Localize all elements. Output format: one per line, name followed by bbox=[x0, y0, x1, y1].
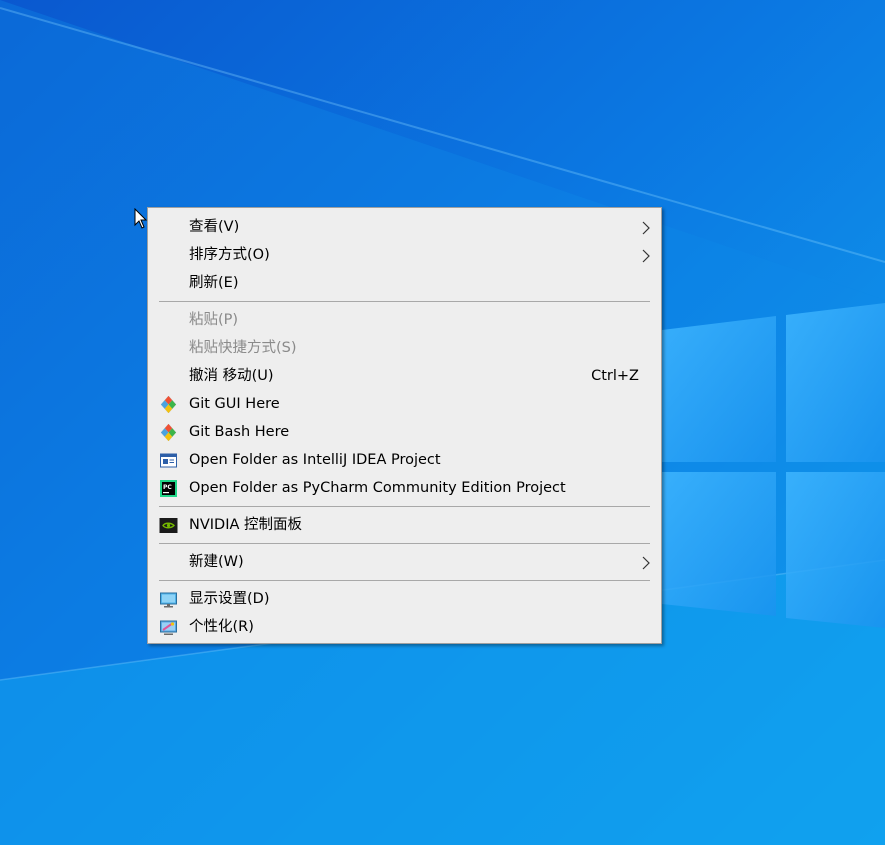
git-bash-icon bbox=[160, 423, 177, 442]
menu-item-display-settings[interactable]: 显示设置(D) bbox=[148, 585, 661, 613]
menu-separator bbox=[159, 543, 650, 544]
menu-item-undo-move[interactable]: 撤消 移动(U) Ctrl+Z bbox=[148, 362, 661, 390]
menu-item-shortcut: Ctrl+Z bbox=[591, 368, 639, 384]
display-settings-icon bbox=[160, 592, 177, 608]
menu-item-label: 刷新(E) bbox=[189, 275, 239, 291]
menu-item-nvidia-control-panel[interactable]: NVIDIA 控制面板 bbox=[148, 511, 661, 539]
menu-separator bbox=[159, 506, 650, 507]
menu-item-personalize[interactable]: 个性化(R) bbox=[148, 613, 661, 641]
menu-item-label: 新建(W) bbox=[189, 554, 244, 570]
menu-item-label: Open Folder as PyCharm Community Edition… bbox=[189, 480, 566, 496]
menu-item-git-bash[interactable]: Git Bash Here bbox=[148, 418, 661, 446]
menu-item-open-intellij[interactable]: Open Folder as IntelliJ IDEA Project bbox=[148, 446, 661, 474]
menu-item-view[interactable]: 查看(V) bbox=[148, 213, 661, 241]
menu-item-label: 显示设置(D) bbox=[189, 591, 270, 607]
menu-item-label: Open Folder as IntelliJ IDEA Project bbox=[189, 452, 441, 468]
chevron-right-icon bbox=[642, 221, 650, 235]
menu-separator bbox=[159, 580, 650, 581]
chevron-right-icon bbox=[642, 249, 650, 263]
mouse-cursor-icon bbox=[134, 208, 148, 229]
menu-item-label: 撤消 移动(U) bbox=[189, 368, 274, 384]
menu-item-label: 粘贴(P) bbox=[189, 312, 239, 328]
nvidia-icon bbox=[159, 518, 178, 533]
menu-item-label: NVIDIA 控制面板 bbox=[189, 517, 303, 533]
menu-item-label: 排序方式(O) bbox=[189, 247, 270, 263]
menu-item-new[interactable]: 新建(W) bbox=[148, 548, 661, 576]
menu-item-label: Git Bash Here bbox=[189, 424, 290, 440]
menu-item-label: 查看(V) bbox=[189, 219, 240, 235]
menu-item-paste-shortcut: 粘贴快捷方式(S) bbox=[148, 334, 661, 362]
desktop[interactable]: 查看(V) 排序方式(O) 刷新(E) 粘贴(P) 粘贴快捷方式(S) 撤消 移… bbox=[0, 0, 885, 845]
menu-item-sort-by[interactable]: 排序方式(O) bbox=[148, 241, 661, 269]
menu-item-label: 粘贴快捷方式(S) bbox=[189, 340, 297, 356]
svg-text:PC: PC bbox=[163, 484, 172, 491]
menu-item-paste: 粘贴(P) bbox=[148, 306, 661, 334]
menu-separator bbox=[159, 301, 650, 302]
menu-item-label: Git GUI Here bbox=[189, 396, 280, 412]
git-gui-icon bbox=[160, 395, 177, 414]
pycharm-icon: PC bbox=[160, 480, 177, 497]
menu-item-git-gui[interactable]: Git GUI Here bbox=[148, 390, 661, 418]
desktop-context-menu: 查看(V) 排序方式(O) 刷新(E) 粘贴(P) 粘贴快捷方式(S) 撤消 移… bbox=[147, 207, 662, 644]
menu-item-refresh[interactable]: 刷新(E) bbox=[148, 269, 661, 297]
menu-item-label: 个性化(R) bbox=[189, 619, 254, 635]
personalize-icon bbox=[160, 620, 177, 635]
chevron-right-icon bbox=[642, 556, 650, 570]
menu-item-open-pycharm[interactable]: PC Open Folder as PyCharm Community Edit… bbox=[148, 474, 661, 502]
intellij-idea-icon bbox=[160, 453, 177, 468]
